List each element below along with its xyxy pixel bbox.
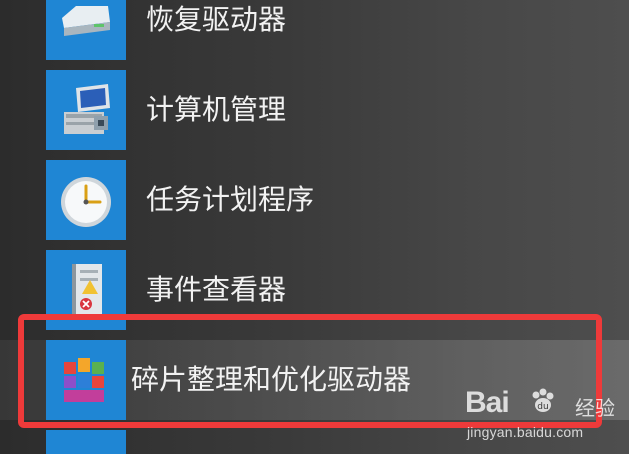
icon-tile [46, 70, 126, 150]
drive-icon [62, 6, 110, 36]
watermark-domain: jingyan.baidu.com [467, 424, 584, 440]
svg-text:du: du [537, 402, 548, 412]
menu-item-label: 事件查看器 [146, 273, 287, 306]
watermark-brand: Bai [465, 386, 510, 419]
icon-tile [46, 340, 126, 420]
defrag-icon [64, 358, 104, 402]
paw-icon: du [532, 388, 554, 412]
icon-tile [46, 160, 126, 240]
computer-management-icon [64, 84, 110, 134]
icon-tile [46, 0, 126, 60]
menu-item-recovery-drive[interactable]: 恢复驱动器 [0, 0, 629, 60]
baidu-watermark: Bai du 经验 jingyan.baidu.com [465, 386, 615, 444]
menu-item-computer-management[interactable]: 计算机管理 [0, 70, 629, 150]
menu-item-label: 计算机管理 [146, 93, 287, 126]
event-log-icon [72, 264, 102, 318]
menu-item-task-scheduler[interactable]: 任务计划程序 [0, 160, 629, 240]
icon-tile [46, 250, 126, 330]
menu-item-label: 恢复驱动器 [146, 3, 287, 36]
icon-tile [46, 430, 126, 454]
menu-item-label: 任务计划程序 [146, 183, 315, 216]
clock-icon [61, 177, 111, 227]
menu-item-label: 碎片整理和优化驱动器 [131, 363, 412, 396]
watermark-jingyan: 经验 [575, 396, 615, 420]
menu-item-event-viewer[interactable]: 事件查看器 [0, 250, 629, 330]
